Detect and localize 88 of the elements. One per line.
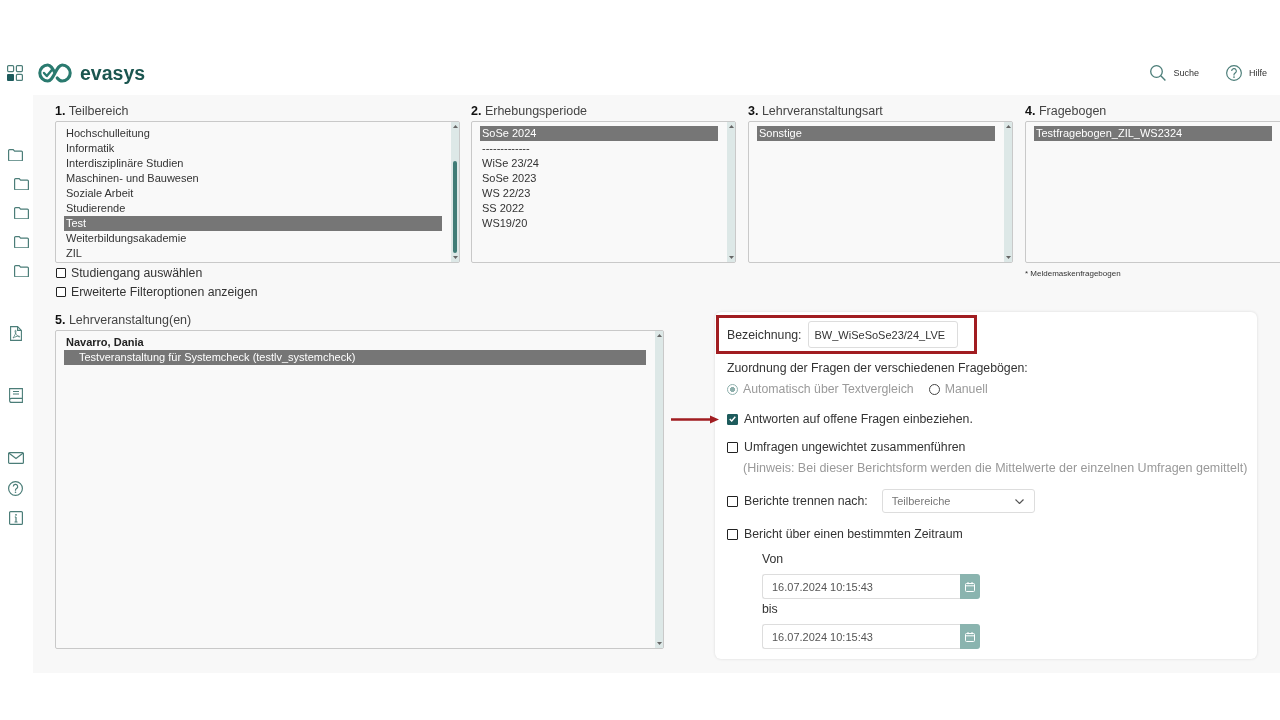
section-heading: 2. Erhebungsperiode — [471, 104, 589, 118]
chevron-down-icon — [1014, 498, 1024, 504]
checkbox-label: Berichte trennen nach: — [744, 494, 868, 508]
search-icon — [1150, 65, 1167, 81]
list-option[interactable]: Sonstige — [757, 126, 995, 141]
list-option[interactable]: Studierende — [64, 201, 442, 216]
scrollbar-thumb[interactable] — [453, 161, 457, 253]
name-field[interactable]: BW_WiSeSoSe23/24_LVE — [807, 321, 958, 348]
checkbox[interactable] — [727, 528, 738, 540]
caret-up-icon[interactable] — [728, 125, 734, 128]
folder-icon[interactable] — [14, 178, 29, 190]
list-option[interactable]: Informatik — [64, 141, 442, 156]
list-box[interactable]: Testfragebogen_ZIL_WS2324 — [1025, 121, 1280, 263]
folder-icon[interactable] — [14, 236, 29, 248]
checkbox[interactable] — [727, 441, 738, 453]
folder-icon[interactable] — [14, 265, 29, 277]
apps-icon[interactable] — [7, 65, 23, 81]
help-link[interactable]: Hilfe — [1226, 65, 1267, 81]
section-label: Zuordnung der Fragen der verschiedenen Fragebögen: — [727, 361, 1029, 375]
scrollbar[interactable] — [1004, 122, 1012, 262]
checkbox[interactable] — [56, 286, 66, 297]
section-heading: 4. Fragebogen — [1025, 104, 1108, 118]
date-field[interactable]: 16.07.2024 10:15:43 — [762, 624, 960, 649]
checkbox-label: Bericht über einen bestimmten Zeitraum — [744, 527, 963, 541]
checkbox[interactable] — [56, 267, 66, 278]
footnote: * Meldemaskenfragebogen — [1025, 269, 1122, 279]
scrollbar[interactable] — [655, 331, 663, 648]
list-box[interactable]: Hochschulleitung Informatik Interdisziplinäre Studien Maschinen- und Bauwesen Soziale Arbeit Studierende Test Weiterbildungsakademie ZIL — [55, 121, 460, 263]
caret-down-icon[interactable] — [656, 642, 662, 645]
list-option[interactable]: SoSe 2024 — [480, 126, 718, 141]
list-option[interactable]: Interdisziplinäre Studien — [64, 156, 442, 171]
radio-label: Manuell — [944, 382, 988, 396]
field-label: Bezeichnung: — [727, 327, 802, 342]
caret-up-icon[interactable] — [1005, 125, 1011, 128]
checkbox-label: Studiengang auswählen — [71, 265, 203, 280]
list-box[interactable]: Navarro, Dania Testveranstaltung für Systemcheck (testlv_systemcheck) — [55, 330, 664, 649]
list-option[interactable]: WiSe 23/24 — [480, 156, 718, 171]
document-icon[interactable] — [10, 326, 22, 341]
list-option[interactable]: ZIL — [64, 246, 442, 261]
section-heading: 5. Lehrveranstaltung(en) — [55, 313, 193, 327]
folder-icon[interactable] — [8, 149, 23, 161]
list-option[interactable]: Hochschulleitung — [64, 126, 442, 141]
list-box[interactable]: SoSe 2024 ------------- WiSe 23/24 SoSe 2023 WS 22/23 SS 2022 WS19/20 — [471, 121, 736, 263]
section-heading: 3. Lehrveranstaltungsart — [748, 104, 884, 118]
section-heading: 1. Teilbereich — [55, 104, 130, 118]
checkbox-label: Erweiterte Filteroptionen anzeigen — [71, 284, 258, 299]
checkmark-icon — [729, 416, 736, 422]
field-label: bis — [762, 602, 779, 616]
field-label: Von — [762, 552, 785, 566]
list-option[interactable]: Testveranstaltung für Systemcheck (testlv_systemcheck) — [64, 350, 646, 365]
info-icon[interactable] — [9, 511, 23, 525]
list-option[interactable]: Maschinen- und Bauwesen — [64, 171, 442, 186]
scrollbar[interactable] — [727, 122, 735, 262]
hint-text: (Hinweis: Bei dieser Berichtsform werden die Mittelwerte der einzelnen Umfragen gemittelt) — [743, 461, 1245, 475]
help-icon[interactable] — [8, 481, 23, 496]
folder-icon[interactable] — [14, 207, 29, 219]
checkbox[interactable] — [727, 413, 738, 425]
radio-label: Automatisch über Textvergleich — [743, 382, 914, 396]
list-option[interactable]: ------------- — [480, 141, 718, 156]
list-option[interactable]: Weiterbildungsakademie — [64, 231, 442, 246]
list-option[interactable]: Testfragebogen_ZIL_WS2324 — [1034, 126, 1272, 141]
checkbox[interactable] — [727, 495, 738, 507]
calendar-icon — [965, 631, 975, 642]
caret-up-icon[interactable] — [656, 334, 662, 337]
logo-text: evasys — [80, 63, 146, 83]
search-link[interactable]: Suche — [1150, 65, 1199, 81]
list-option[interactable]: WS19/20 — [480, 216, 718, 231]
book-icon[interactable] — [9, 388, 23, 403]
scrollbar[interactable] — [451, 122, 459, 262]
caret-up-icon[interactable] — [452, 125, 458, 128]
list-box[interactable]: Sonstige — [748, 121, 1013, 263]
dropdown[interactable]: Teilbereiche — [881, 489, 1035, 513]
list-option[interactable]: WS 22/23 — [480, 186, 718, 201]
date-field[interactable]: 16.07.2024 10:15:43 — [762, 574, 960, 599]
list-option[interactable]: SoSe 2023 — [480, 171, 718, 186]
help-icon — [1226, 65, 1242, 81]
logo-icon — [38, 63, 72, 83]
list-option[interactable]: SS 2022 — [480, 201, 718, 216]
group-label: Navarro, Dania — [65, 335, 145, 350]
checkbox-label: Antworten auf offene Fragen einbeziehen. — [744, 412, 973, 426]
caret-down-icon[interactable] — [728, 256, 734, 259]
mail-icon[interactable] — [8, 452, 24, 464]
list-option[interactable]: Soziale Arbeit — [64, 186, 442, 201]
list-option[interactable]: Test — [64, 216, 442, 231]
checkbox-label: Umfragen ungewichtet zusammenführen — [744, 440, 966, 454]
calendar-icon — [965, 581, 975, 592]
caret-down-icon[interactable] — [452, 256, 458, 259]
caret-down-icon[interactable] — [1005, 256, 1011, 259]
